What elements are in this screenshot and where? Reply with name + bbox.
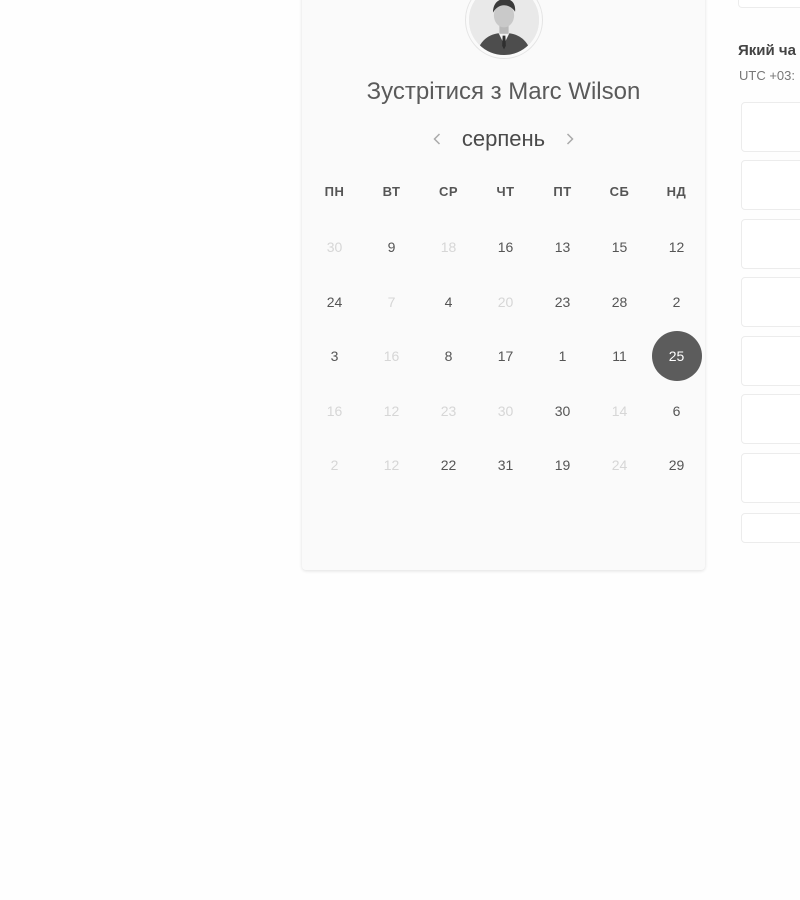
calendar-day-number: 12 bbox=[383, 402, 400, 419]
calendar-day[interactable]: 31 bbox=[477, 438, 534, 493]
timezone-label[interactable]: UTC +03: bbox=[739, 68, 795, 83]
calendar-day: 24 bbox=[591, 438, 648, 493]
weekday-label: ВТ bbox=[382, 184, 401, 199]
calendar-day[interactable]: 29 bbox=[648, 438, 705, 493]
time-slot[interactable] bbox=[741, 160, 800, 210]
calendar-day-number: 2 bbox=[330, 457, 339, 474]
calendar-day[interactable]: 4 bbox=[420, 275, 477, 330]
calendar-day: 14 bbox=[591, 384, 648, 439]
calendar-day-number: 25 bbox=[651, 331, 702, 382]
calendar-day[interactable]: 22 bbox=[420, 438, 477, 493]
weekday-label: СР bbox=[438, 184, 459, 199]
previous-field[interactable] bbox=[738, 0, 800, 8]
weekday-label: ЧТ bbox=[496, 184, 515, 199]
calendar-day-number: 16 bbox=[383, 348, 400, 365]
calendar-day[interactable]: 28 bbox=[591, 275, 648, 330]
calendar-day-number: 24 bbox=[326, 293, 343, 310]
calendar-day-number: 20 bbox=[497, 293, 514, 310]
calendar-day[interactable]: 17 bbox=[477, 329, 534, 384]
calendar-day: 23 bbox=[420, 384, 477, 439]
time-question-label: Який ча bbox=[738, 42, 796, 59]
chevron-right-icon[interactable] bbox=[563, 129, 577, 149]
time-slot[interactable] bbox=[741, 277, 800, 327]
calendar-day-number: 29 bbox=[668, 457, 685, 474]
calendar-day: 18 bbox=[420, 220, 477, 275]
calendar-day[interactable]: 30 bbox=[534, 384, 591, 439]
calendar-day-number: 11 bbox=[612, 348, 627, 365]
calendar-day-number: 16 bbox=[497, 239, 514, 256]
weekday-label: НД bbox=[666, 184, 687, 199]
calendar-day[interactable]: 2 bbox=[648, 275, 705, 330]
calendar-day-number: 14 bbox=[611, 402, 628, 419]
calendar-day-number: 13 bbox=[554, 239, 571, 256]
calendar-day-number: 12 bbox=[383, 457, 400, 474]
calendar-day-number: 7 bbox=[387, 293, 396, 310]
calendar-day[interactable]: 3 bbox=[306, 329, 363, 384]
meeting-title: Зустрітися з Marc Wilson bbox=[366, 78, 641, 105]
calendar-day[interactable]: 12 bbox=[648, 220, 705, 275]
time-slot[interactable] bbox=[741, 219, 800, 269]
calendar-day-number: 31 bbox=[497, 457, 514, 474]
calendar-day-number: 30 bbox=[554, 402, 571, 419]
weekday-label: ПТ bbox=[553, 184, 572, 199]
calendar-day[interactable]: 15 bbox=[591, 220, 648, 275]
calendar-day[interactable]: 16 bbox=[477, 220, 534, 275]
calendar-day[interactable]: 8 bbox=[420, 329, 477, 384]
calendar-day: 16 bbox=[363, 329, 420, 384]
time-slot[interactable] bbox=[741, 336, 800, 386]
calendar-day-number: 1 bbox=[558, 348, 567, 365]
calendar-day-number: 23 bbox=[440, 402, 457, 419]
weekday-label: ПН bbox=[324, 184, 345, 199]
calendar-day-number: 16 bbox=[326, 402, 343, 419]
time-slot[interactable] bbox=[741, 394, 800, 444]
calendar-day[interactable]: 23 bbox=[534, 275, 591, 330]
calendar-day-number: 30 bbox=[326, 239, 343, 256]
avatar-image bbox=[469, 0, 539, 55]
calendar-day[interactable]: 24 bbox=[306, 275, 363, 330]
calendar-day-number: 15 bbox=[611, 239, 628, 256]
calendar-day[interactable]: 1 bbox=[534, 329, 591, 384]
calendar-day-number: 18 bbox=[440, 239, 457, 256]
calendar-day-number: 12 bbox=[668, 239, 685, 256]
weekday-header: ПН ВТ СР ЧТ ПТ СБ НД bbox=[306, 184, 703, 199]
calendar-day-number: 23 bbox=[554, 293, 571, 310]
chevron-left-icon[interactable] bbox=[430, 129, 444, 149]
calendar-day-number: 2 bbox=[672, 293, 681, 310]
calendar-day[interactable]: 6 bbox=[648, 384, 705, 439]
calendar-day-number: 28 bbox=[611, 293, 628, 310]
calendar-day-number: 22 bbox=[440, 457, 457, 474]
calendar-day: 20 bbox=[477, 275, 534, 330]
calendar-day: 2 bbox=[306, 438, 363, 493]
time-slot[interactable] bbox=[741, 102, 800, 152]
calendar-day: 30 bbox=[477, 384, 534, 439]
calendar-day-number: 30 bbox=[497, 402, 514, 419]
month-navigation: серпень bbox=[302, 124, 705, 154]
calendar-day: 30 bbox=[306, 220, 363, 275]
calendar-day-number: 4 bbox=[444, 293, 453, 310]
month-label: серпень bbox=[461, 126, 546, 151]
calendar-day-selected[interactable]: 25 bbox=[648, 329, 705, 384]
calendar-day: 16 bbox=[306, 384, 363, 439]
calendar-day: 12 bbox=[363, 438, 420, 493]
calendar-day-number: 24 bbox=[611, 457, 628, 474]
calendar-day: 7 bbox=[363, 275, 420, 330]
calendar-day[interactable]: 11 bbox=[591, 329, 648, 384]
calendar-day-number: 8 bbox=[444, 348, 453, 365]
calendar-day: 12 bbox=[363, 384, 420, 439]
calendar-day-number: 9 bbox=[387, 239, 396, 256]
time-slot[interactable] bbox=[741, 513, 800, 543]
calendar-day-number: 3 bbox=[330, 348, 339, 365]
calendar-day-number: 6 bbox=[672, 402, 681, 419]
time-slot[interactable] bbox=[741, 453, 800, 503]
calendar-day[interactable]: 13 bbox=[534, 220, 591, 275]
scheduler-page: Який ча UTC +03: Зустрітися з Marc Wilso… bbox=[0, 0, 800, 900]
weekday-label: СБ bbox=[609, 184, 630, 199]
calendar-days-grid: 30 9 18 16 13 15 12 24 7 4 20 23 28 2 3 16 8 17 1 11 25 16 12 2… bbox=[306, 220, 703, 493]
calendar-day-number: 19 bbox=[554, 457, 571, 474]
calendar-day-number: 17 bbox=[497, 348, 514, 365]
calendar-day[interactable]: 9 bbox=[363, 220, 420, 275]
calendar-day[interactable]: 19 bbox=[534, 438, 591, 493]
